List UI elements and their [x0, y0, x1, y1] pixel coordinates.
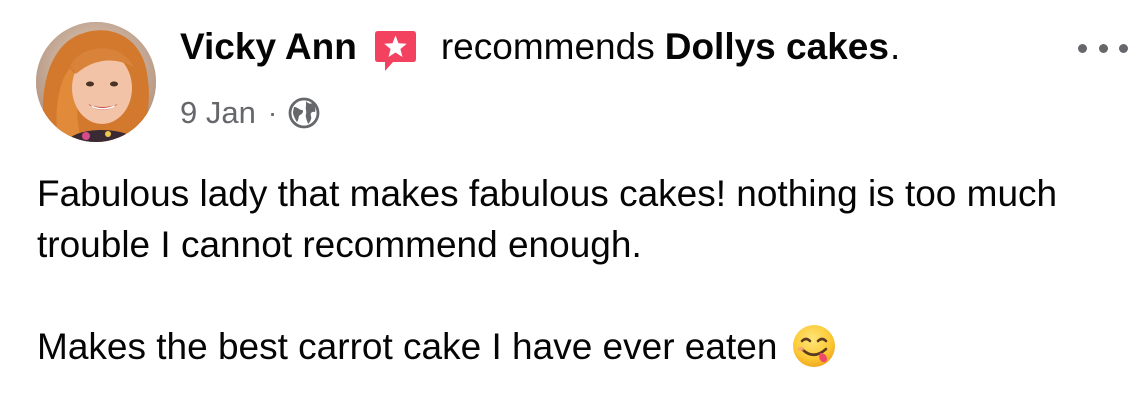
more-dot-icon — [1098, 43, 1108, 53]
post-text-paragraph: Fabulous lady that makes fabulous cakes!… — [37, 173, 1058, 265]
meta-separator: · — [267, 97, 278, 128]
header-period: . — [889, 26, 901, 67]
avatar[interactable] — [36, 22, 156, 142]
more-dot-icon — [1078, 43, 1087, 53]
avatar-image — [36, 22, 156, 142]
author-name-link[interactable]: Vicky Ann — [180, 22, 357, 72]
page-name-link[interactable]: Dollys cakes — [665, 22, 889, 72]
post-text-line: Makes the best carrot cake I have ever e… — [37, 326, 778, 367]
post-meta: 9 Jan · — [180, 91, 322, 135]
face-savoring-food-emoji-icon — [791, 323, 837, 369]
post-header: Vicky Ann recommends Dollys cakes. — [180, 22, 900, 72]
post-date-link[interactable]: 9 Jan — [180, 95, 256, 131]
post-body: Fabulous lady that makes fabulous cakes!… — [37, 168, 1117, 372]
review-post: Vicky Ann recommends Dollys cakes. 9 Jan… — [0, 0, 1137, 403]
post-text-paragraph: Makes the best carrot cake I have ever e… — [37, 321, 1117, 372]
recommend-text: recommends — [440, 26, 655, 67]
more-dot-icon — [1119, 43, 1128, 53]
more-options-button[interactable] — [1078, 36, 1128, 60]
globe-icon[interactable] — [286, 95, 322, 131]
recommend-star-icon — [369, 25, 419, 75]
